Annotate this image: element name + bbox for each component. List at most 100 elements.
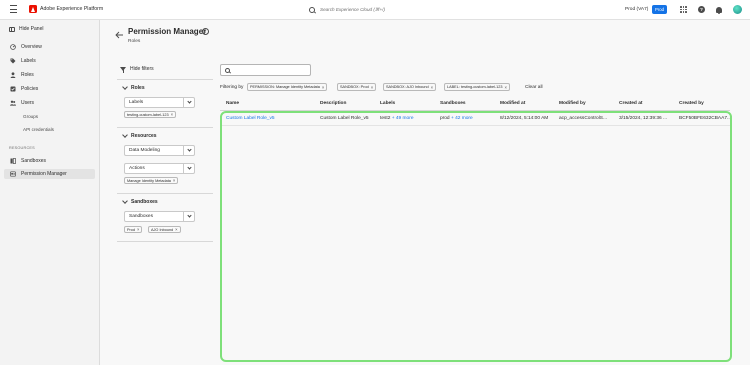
page-subtitle: Roles: [128, 39, 141, 44]
sidebar-item-api-credentials[interactable]: API credentials: [23, 127, 54, 132]
policy-icon: [10, 86, 16, 92]
chevron-down-icon: [186, 147, 192, 152]
divider: [117, 127, 213, 128]
remove-chip-icon[interactable]: ×: [505, 85, 507, 90]
sidebar-item-labels[interactable]: Labels: [4, 56, 95, 66]
picker-value: Data Modeling: [129, 148, 160, 153]
remove-tag-icon[interactable]: ×: [171, 112, 173, 117]
divider: [117, 241, 213, 242]
overview-icon: [10, 44, 16, 50]
column-header-name[interactable]: Name: [226, 101, 239, 106]
filter-tag-label: Prod: [127, 227, 136, 232]
column-header-modified-by[interactable]: Modified by: [559, 101, 586, 106]
sandbox-icon: [10, 158, 16, 164]
sidebar-item-label: Permission Manager: [21, 171, 67, 177]
remove-chip-icon[interactable]: ×: [431, 85, 433, 90]
global-search-input[interactable]: Search Experience Cloud (⌘+/): [320, 7, 385, 13]
roles-filter-toggle[interactable]: Roles: [122, 84, 145, 91]
search-icon: [225, 68, 230, 73]
picker-button[interactable]: [183, 212, 194, 221]
sidebar-item-groups[interactable]: Groups: [23, 114, 38, 119]
filter-icon: [120, 67, 126, 73]
roles-filter-title: Roles: [131, 85, 145, 91]
column-header-description[interactable]: Description: [320, 101, 346, 106]
sidebar-item-label: Sandboxes: [21, 158, 47, 164]
hide-filters-button[interactable]: Hide filters: [120, 66, 154, 73]
resources-actions-picker[interactable]: Actions: [124, 163, 195, 174]
remove-tag-icon[interactable]: ×: [175, 227, 177, 232]
sidebar-item-policies[interactable]: Policies: [4, 84, 95, 94]
user-avatar[interactable]: [733, 5, 742, 14]
filter-chip-label: PERMISSION: Manage Identity Metadata: [250, 85, 320, 89]
filter-chip-label: SANDBOX: Prod: [340, 85, 369, 89]
notifications-bell-icon[interactable]: [716, 6, 722, 14]
sandboxes-filter-toggle[interactable]: Sandboxes: [122, 198, 158, 205]
chevron-down-icon: [186, 165, 192, 170]
global-search[interactable]: Search Experience Cloud (⌘+/): [309, 3, 443, 16]
chevron-down-icon: [122, 132, 128, 138]
divider: [117, 193, 213, 194]
sidebar-item-label: Labels: [21, 58, 36, 64]
sidebar-section-resources: RESOURCES: [9, 146, 35, 150]
tag-icon: [10, 58, 16, 64]
page-title: Permission Manager: [128, 27, 207, 36]
prod-badge: Prod: [652, 5, 668, 14]
clear-all-button[interactable]: Clear all: [525, 85, 543, 90]
user-icon: [10, 72, 16, 78]
column-header-modified-at[interactable]: Modified at: [500, 101, 525, 106]
filter-tag: testing-custom-label-123 ×: [124, 111, 177, 118]
menu-icon[interactable]: [10, 5, 17, 13]
filter-chip-label: LABEL: testing-custom-label-123: [447, 85, 503, 89]
permission-manager-icon: [10, 171, 16, 177]
users-icon: [10, 100, 16, 106]
sidebar-item-overview[interactable]: Overview: [4, 42, 95, 52]
filter-chip-sandbox-ajo: SANDBOX: AJO Inbound ×: [383, 83, 437, 91]
resources-filter-toggle[interactable]: Resources: [122, 132, 157, 139]
sidebar-item-permission-manager[interactable]: Permission Manager: [4, 169, 95, 179]
sidebar-item-label: Users: [21, 100, 35, 106]
sidebar-item-users[interactable]: Users: [4, 98, 95, 108]
sidebar-item-sandboxes[interactable]: Sandboxes: [4, 156, 95, 166]
hide-panel-button[interactable]: Hide Panel: [9, 26, 43, 32]
column-header-labels[interactable]: Labels: [380, 101, 395, 106]
help-icon[interactable]: ?: [698, 6, 705, 13]
sandboxes-filter-title: Sandboxes: [131, 199, 158, 205]
sidebar: Hide Panel Overview Labels Roles Policie…: [0, 20, 100, 365]
picker-button[interactable]: [183, 146, 194, 155]
picker-value: Sandboxes: [129, 214, 154, 219]
roles-search-input[interactable]: [220, 64, 311, 76]
filter-tag: AJO Inbound ×: [148, 226, 181, 233]
remove-chip-icon[interactable]: ×: [371, 85, 373, 90]
apps-grid-icon[interactable]: [680, 6, 687, 13]
roles-labels-picker[interactable]: Labels: [124, 97, 195, 108]
filter-tag: Manage Identity Metadata ×: [124, 177, 179, 184]
sidebar-item-label: Overview: [21, 44, 42, 50]
chevron-down-icon: [186, 99, 192, 104]
column-header-created-at[interactable]: Created at: [619, 101, 642, 106]
sidebar-item-label: Policies: [21, 86, 39, 92]
remove-tag-icon[interactable]: ×: [137, 227, 139, 232]
filter-chip-label: SANDBOX: AJO Inbound: [386, 85, 429, 89]
info-icon[interactable]: i: [202, 28, 209, 35]
adobe-logo-icon[interactable]: [29, 5, 37, 13]
column-header-sandboxes[interactable]: Sandboxes: [440, 101, 466, 106]
remove-chip-icon[interactable]: ×: [322, 85, 324, 90]
remove-tag-icon[interactable]: ×: [173, 178, 175, 183]
filtering-by-label: Filtering by: [220, 85, 244, 90]
filter-chip-sandbox-prod: SANDBOX: Prod ×: [337, 83, 377, 91]
app-name[interactable]: Adobe Experience Platform: [40, 6, 103, 12]
results-highlight-box: [220, 111, 732, 362]
back-arrow-icon[interactable]: [115, 31, 124, 39]
search-icon: [309, 6, 315, 13]
sandbox-switcher[interactable]: Prod (VA7): [625, 7, 648, 12]
resources-category-picker[interactable]: Data Modeling: [124, 145, 195, 156]
filter-tag-label: AJO Inbound: [151, 227, 174, 232]
hide-filters-label: Hide filters: [130, 66, 154, 72]
sidebar-item-roles[interactable]: Roles: [4, 70, 95, 80]
sandboxes-picker[interactable]: Sandboxes: [124, 211, 195, 222]
column-header-created-by[interactable]: Created by: [679, 101, 704, 106]
picker-button[interactable]: [183, 164, 194, 173]
picker-value: Actions: [129, 166, 145, 171]
picker-button[interactable]: [183, 98, 194, 107]
sidebar-item-label: Roles: [21, 72, 34, 78]
